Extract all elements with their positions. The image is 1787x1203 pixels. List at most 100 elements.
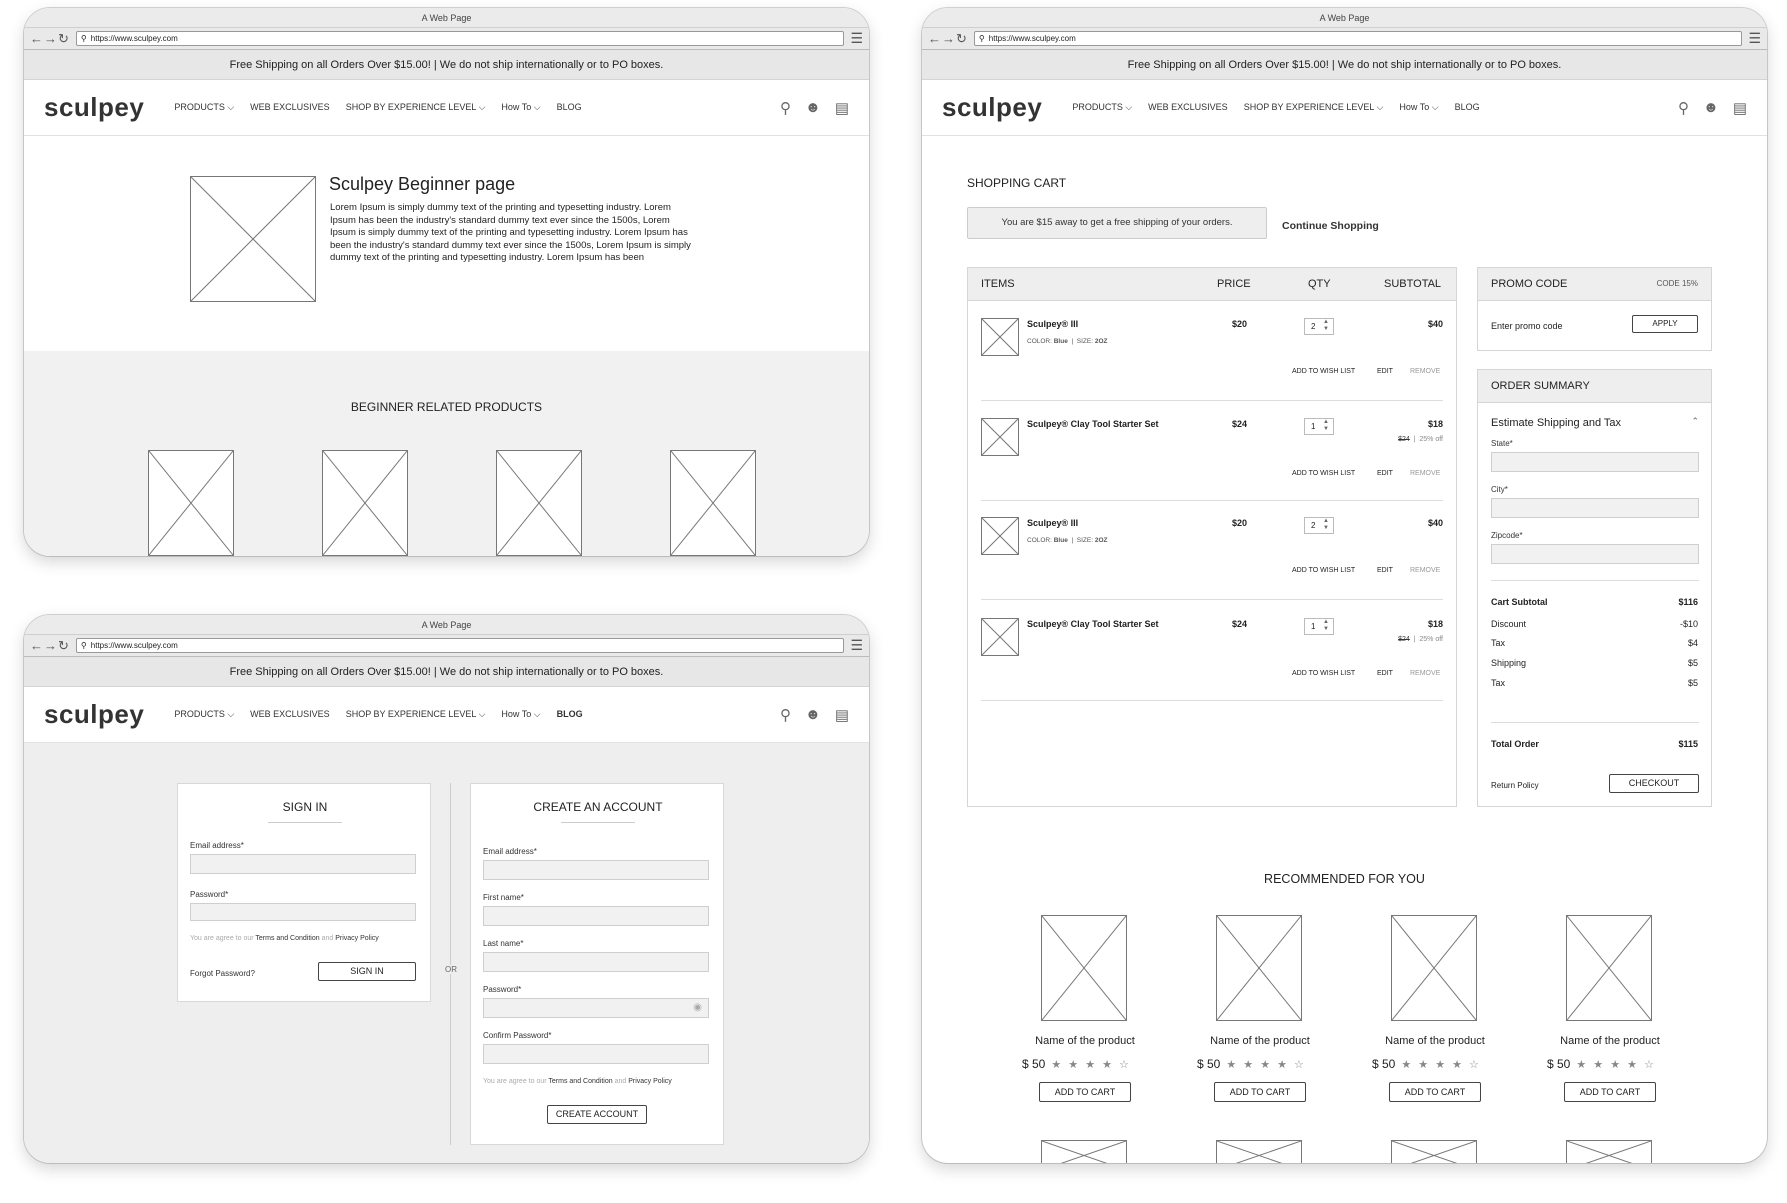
nav-shop-by-level[interactable]: SHOP BY EXPERIENCE LEVEL ⌵ xyxy=(1244,102,1384,113)
privacy-link[interactable]: Privacy Policy xyxy=(335,935,379,942)
product-image-placeholder[interactable] xyxy=(322,450,408,556)
city-field[interactable] xyxy=(1491,498,1699,518)
add-to-wishlist-link[interactable]: ADD TO WISH LIST xyxy=(1292,670,1355,677)
return-policy-link[interactable]: Return Policy xyxy=(1491,781,1539,790)
cart-item-image[interactable] xyxy=(981,517,1019,555)
user-icon[interactable]: ☻ xyxy=(805,99,821,117)
nav-shop-by-level[interactable]: SHOP BY EXPERIENCE LEVEL ⌵ xyxy=(346,102,486,113)
cart-item-name[interactable]: Sculpey® Clay Tool Starter Set xyxy=(1027,419,1159,429)
email-field[interactable] xyxy=(483,860,709,880)
zip-field[interactable] xyxy=(1491,544,1699,564)
nav-products[interactable]: PRODUCTS ⌵ xyxy=(1072,102,1132,113)
apply-button[interactable]: APPLY xyxy=(1632,315,1698,333)
cart-item-image[interactable] xyxy=(981,318,1019,356)
state-field[interactable] xyxy=(1491,452,1699,472)
signin-button[interactable]: SIGN IN xyxy=(318,962,416,981)
cart-item-image[interactable] xyxy=(981,618,1019,656)
nav-blog[interactable]: BLOG xyxy=(557,709,583,720)
product-image-placeholder[interactable] xyxy=(1566,1140,1652,1163)
nav-how-to[interactable]: How To ⌵ xyxy=(501,102,540,113)
nav-products[interactable]: PRODUCTS ⌵ xyxy=(174,102,234,113)
product-image-placeholder[interactable] xyxy=(496,450,582,556)
add-to-cart-button[interactable]: ADD TO CART xyxy=(1389,1082,1481,1102)
user-icon[interactable]: ☻ xyxy=(1703,99,1719,117)
nav-shop-by-level[interactable]: SHOP BY EXPERIENCE LEVEL ⌵ xyxy=(346,709,486,720)
product-name[interactable]: Name of the product xyxy=(1365,1035,1505,1047)
quantity-stepper[interactable]: 1 ▲ ▼ xyxy=(1304,618,1334,635)
product-image-placeholder[interactable] xyxy=(1041,915,1127,1021)
search-icon[interactable]: ⚲ xyxy=(1678,99,1689,117)
eye-icon[interactable]: ◉ xyxy=(693,1002,702,1013)
password-field[interactable] xyxy=(190,903,416,921)
url-input[interactable]: ⚲ https://www.sculpey.com xyxy=(973,31,1743,46)
hamburger-menu-icon[interactable]: ☰ xyxy=(1748,30,1761,47)
url-input[interactable]: ⚲ https://www.sculpey.com xyxy=(75,31,845,46)
product-image-placeholder[interactable] xyxy=(670,450,756,556)
hamburger-menu-icon[interactable]: ☰ xyxy=(850,30,863,47)
product-image-placeholder[interactable] xyxy=(148,450,234,556)
nav-how-to[interactable]: How To ⌵ xyxy=(1399,102,1438,113)
nav-web-exclusives[interactable]: WEB EXCLUSIVES xyxy=(250,709,330,720)
edit-link[interactable]: EDIT xyxy=(1377,670,1393,677)
product-image-placeholder[interactable] xyxy=(1041,1140,1127,1163)
browser-nav-icons[interactable]: ←→↻ xyxy=(928,31,968,47)
nav-web-exclusives[interactable]: WEB EXCLUSIVES xyxy=(1148,102,1228,113)
confirm-password-field[interactable] xyxy=(483,1044,709,1064)
search-icon[interactable]: ⚲ xyxy=(780,99,791,117)
estimate-shipping-toggle[interactable]: Estimate Shipping and Tax xyxy=(1491,417,1621,429)
site-logo[interactable]: sculpey xyxy=(44,699,144,730)
last-name-field[interactable] xyxy=(483,952,709,972)
site-logo[interactable]: sculpey xyxy=(44,92,144,123)
password-field[interactable]: ◉ xyxy=(483,998,709,1018)
nav-web-exclusives[interactable]: WEB EXCLUSIVES xyxy=(250,102,330,113)
product-name[interactable]: Name of the product xyxy=(1015,1035,1155,1047)
remove-link[interactable]: REMOVE xyxy=(1410,670,1440,677)
search-icon[interactable]: ⚲ xyxy=(780,706,791,724)
quantity-stepper[interactable]: 2 ▲ ▼ xyxy=(1304,517,1334,534)
add-to-wishlist-link[interactable]: ADD TO WISH LIST xyxy=(1292,368,1355,375)
product-name[interactable]: Name of the product xyxy=(1540,1035,1680,1047)
site-logo[interactable]: sculpey xyxy=(942,92,1042,123)
remove-link[interactable]: REMOVE xyxy=(1410,368,1440,375)
product-image-placeholder[interactable] xyxy=(1216,915,1302,1021)
browser-nav-icons[interactable]: ←→↻ xyxy=(30,31,70,47)
add-to-wishlist-link[interactable]: ADD TO WISH LIST xyxy=(1292,567,1355,574)
product-image-placeholder[interactable] xyxy=(1391,1140,1477,1163)
remove-link[interactable]: REMOVE xyxy=(1410,567,1440,574)
hamburger-menu-icon[interactable]: ☰ xyxy=(850,637,863,654)
chevron-up-icon[interactable]: ⌃ xyxy=(1691,416,1699,427)
edit-link[interactable]: EDIT xyxy=(1377,368,1393,375)
nav-products[interactable]: PRODUCTS ⌵ xyxy=(174,709,234,720)
edit-link[interactable]: EDIT xyxy=(1377,470,1393,477)
email-field[interactable] xyxy=(190,854,416,874)
terms-link[interactable]: Terms and Condition xyxy=(255,935,319,942)
nav-how-to[interactable]: How To ⌵ xyxy=(501,709,540,720)
terms-link[interactable]: Terms and Condition xyxy=(548,1078,612,1085)
privacy-link[interactable]: Privacy Policy xyxy=(628,1078,672,1085)
nav-blog[interactable]: BLOG xyxy=(1455,102,1480,113)
promo-code-input[interactable]: Enter promo code xyxy=(1491,321,1563,331)
quantity-stepper[interactable]: 1 ▲ ▼ xyxy=(1304,418,1334,435)
first-name-field[interactable] xyxy=(483,906,709,926)
product-name[interactable]: Name of the product xyxy=(1190,1035,1330,1047)
cart-item-name[interactable]: Sculpey® Clay Tool Starter Set xyxy=(1027,619,1159,629)
product-image-placeholder[interactable] xyxy=(1566,915,1652,1021)
add-to-cart-button[interactable]: ADD TO CART xyxy=(1039,1082,1131,1102)
forgot-password-link[interactable]: Forgot Password? xyxy=(190,969,255,978)
add-to-wishlist-link[interactable]: ADD TO WISH LIST xyxy=(1292,470,1355,477)
cart-item-image[interactable] xyxy=(981,418,1019,456)
create-account-button[interactable]: CREATE ACCOUNT xyxy=(547,1105,647,1124)
cart-icon[interactable]: ▤ xyxy=(835,706,849,724)
quantity-stepper[interactable]: 2 ▲ ▼ xyxy=(1304,318,1334,335)
nav-blog[interactable]: BLOG xyxy=(557,102,582,113)
product-image-placeholder[interactable] xyxy=(1391,915,1477,1021)
add-to-cart-button[interactable]: ADD TO CART xyxy=(1214,1082,1306,1102)
add-to-cart-button[interactable]: ADD TO CART xyxy=(1564,1082,1656,1102)
product-image-placeholder[interactable] xyxy=(1216,1140,1302,1163)
cart-icon[interactable]: ▤ xyxy=(1733,99,1747,117)
url-input[interactable]: ⚲ https://www.sculpey.com xyxy=(75,638,845,653)
cart-item-name[interactable]: Sculpey® III xyxy=(1027,518,1078,528)
continue-shopping-link[interactable]: Continue Shopping xyxy=(1282,220,1379,232)
checkout-button[interactable]: CHECKOUT xyxy=(1609,774,1699,793)
remove-link[interactable]: REMOVE xyxy=(1410,470,1440,477)
